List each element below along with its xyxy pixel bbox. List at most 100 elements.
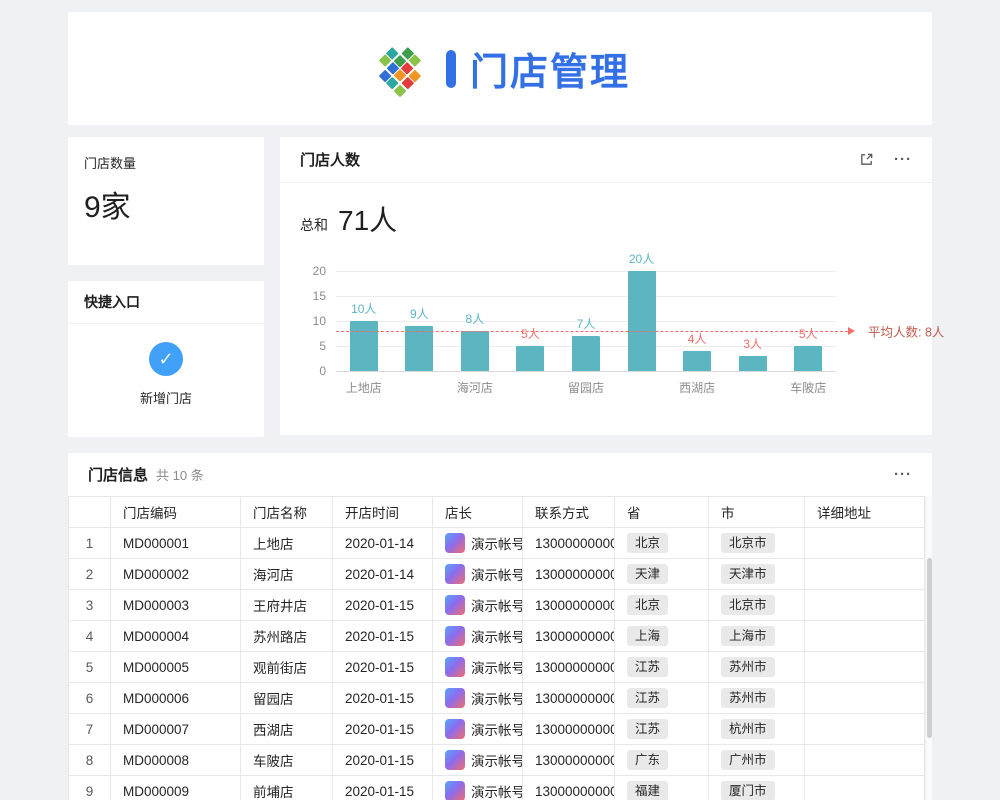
open-date-cell: 2020-01-15 [333,745,433,776]
bar-value-label: 20人 [629,250,654,267]
table-row: 5MD000005观前街店2020-01-15演示帐号13000000000江苏… [69,652,925,683]
app-header: 门店管理 [68,12,932,125]
bar [683,351,711,371]
store-code-cell: MD000002 [111,559,241,590]
manager-avatar-icon [445,750,465,770]
city-tag: 苏州市 [721,688,775,708]
store-count-value: 9家 [84,182,248,226]
store-code-cell: MD000007 [111,714,241,745]
add-store-label: 新增门店 [140,388,192,407]
column-header: 店长 [433,497,523,528]
table-wrap: 门店编码门店名称开店时间店长联系方式省市详细地址1MD000001上地店2020… [68,496,932,800]
check-circle-icon[interactable]: ✓ [149,342,183,376]
table-row: 8MD000008车陂店2020-01-15演示帐号13000000000广东广… [69,745,925,776]
province-tag: 天津 [627,564,668,584]
city-tag: 苏州市 [721,657,775,677]
table-row: 2MD000002海河店2020-01-14演示帐号13000000000天津天… [69,559,925,590]
table-row: 9MD000009前埔店2020-01-15演示帐号13000000000福建厦… [69,776,925,800]
store-code-cell: MD000008 [111,745,241,776]
store-count-card: 门店数量 9家 [68,137,264,265]
more-menu-icon[interactable]: ··· [894,467,912,482]
column-header: 市 [709,497,805,528]
manager-avatar-icon [445,626,465,646]
bar-value-label: 3人 [743,335,762,352]
manager-avatar-icon [445,719,465,739]
store-name-cell: 前埔店 [241,776,333,800]
chart-card-title: 门店人数 [300,149,360,170]
column-header: 详细地址 [805,497,925,528]
address-cell [805,559,925,590]
phone-cell: 13000000000 [523,776,615,800]
y-axis-label: 20 [313,264,326,278]
bar-value-label: 7人 [577,315,596,332]
province-cell: 江苏 [615,683,709,714]
province-tag: 北京 [627,533,668,553]
city-cell: 厦门市 [709,776,805,800]
store-name-cell: 海河店 [241,559,333,590]
address-cell [805,714,925,745]
index-column-header [69,497,111,528]
chart-sum-row: 总和 71人 [280,183,932,239]
x-axis-label: 车陂店 [790,379,826,396]
province-cell: 广东 [615,745,709,776]
manager-name: 演示帐号 [471,564,523,584]
province-tag: 江苏 [627,688,668,708]
vertical-scrollbar[interactable] [925,496,932,800]
y-axis-label: 5 [319,339,326,353]
row-index-cell: 2 [69,559,111,590]
store-info-card: 门店信息 共 10 条 ··· 门店编码门店名称开店时间店长联系方式省市详细地址… [68,453,932,800]
address-cell [805,590,925,621]
province-tag: 北京 [627,595,668,615]
row-index-cell: 1 [69,528,111,559]
scrollbar-thumb[interactable] [927,558,932,738]
quick-entry-card: 快捷入口 ✓ 新增门店 [68,281,264,437]
province-tag: 上海 [627,626,668,646]
address-cell [805,652,925,683]
phone-cell: 13000000000 [523,621,615,652]
bar-value-label: 9人 [410,305,429,322]
manager-cell: 演示帐号 [433,745,523,776]
table-header-row: 门店编码门店名称开店时间店长联系方式省市详细地址 [69,497,925,528]
row-index-cell: 3 [69,590,111,621]
province-cell: 北京 [615,590,709,621]
more-menu-icon[interactable]: ··· [894,152,912,167]
phone-cell: 13000000000 [523,528,615,559]
city-cell: 天津市 [709,559,805,590]
manager-avatar-icon [445,688,465,708]
manager-cell: 演示帐号 [433,590,523,621]
chart-card-header: 门店人数 ··· [280,137,932,183]
bar-value-label: 5人 [799,325,818,342]
gridline [336,371,836,372]
manager-chip: 演示帐号 [445,781,510,800]
manager-avatar-icon [445,781,465,800]
add-store-button[interactable]: ✓ 新增门店 [68,324,264,407]
address-cell [805,745,925,776]
expand-icon[interactable] [859,152,874,167]
manager-cell: 演示帐号 [433,528,523,559]
store-code-cell: MD000003 [111,590,241,621]
column-header: 门店名称 [241,497,333,528]
table-row: 7MD000007西湖店2020-01-15演示帐号13000000000江苏杭… [69,714,925,745]
check-glyph: ✓ [158,349,173,370]
row-index-cell: 6 [69,683,111,714]
gridline [336,296,836,297]
manager-chip: 演示帐号 [445,657,510,677]
city-cell: 广州市 [709,745,805,776]
manager-chip: 演示帐号 [445,564,510,584]
column-header: 门店编码 [111,497,241,528]
manager-chip: 演示帐号 [445,533,510,553]
province-cell: 上海 [615,621,709,652]
city-tag: 厦门市 [721,781,775,800]
city-cell: 苏州市 [709,683,805,714]
average-line-label: 平均人数: 8人 [868,322,944,341]
manager-cell: 演示帐号 [433,714,523,745]
manager-chip: 演示帐号 [445,719,510,739]
column-header: 省 [615,497,709,528]
bar [350,321,378,371]
city-tag: 广州市 [721,750,775,770]
store-code-cell: MD000004 [111,621,241,652]
province-cell: 北京 [615,528,709,559]
page-title: 门店管理 [470,41,630,96]
store-name-cell: 苏州路店 [241,621,333,652]
bar-value-label: 10人 [351,300,376,317]
